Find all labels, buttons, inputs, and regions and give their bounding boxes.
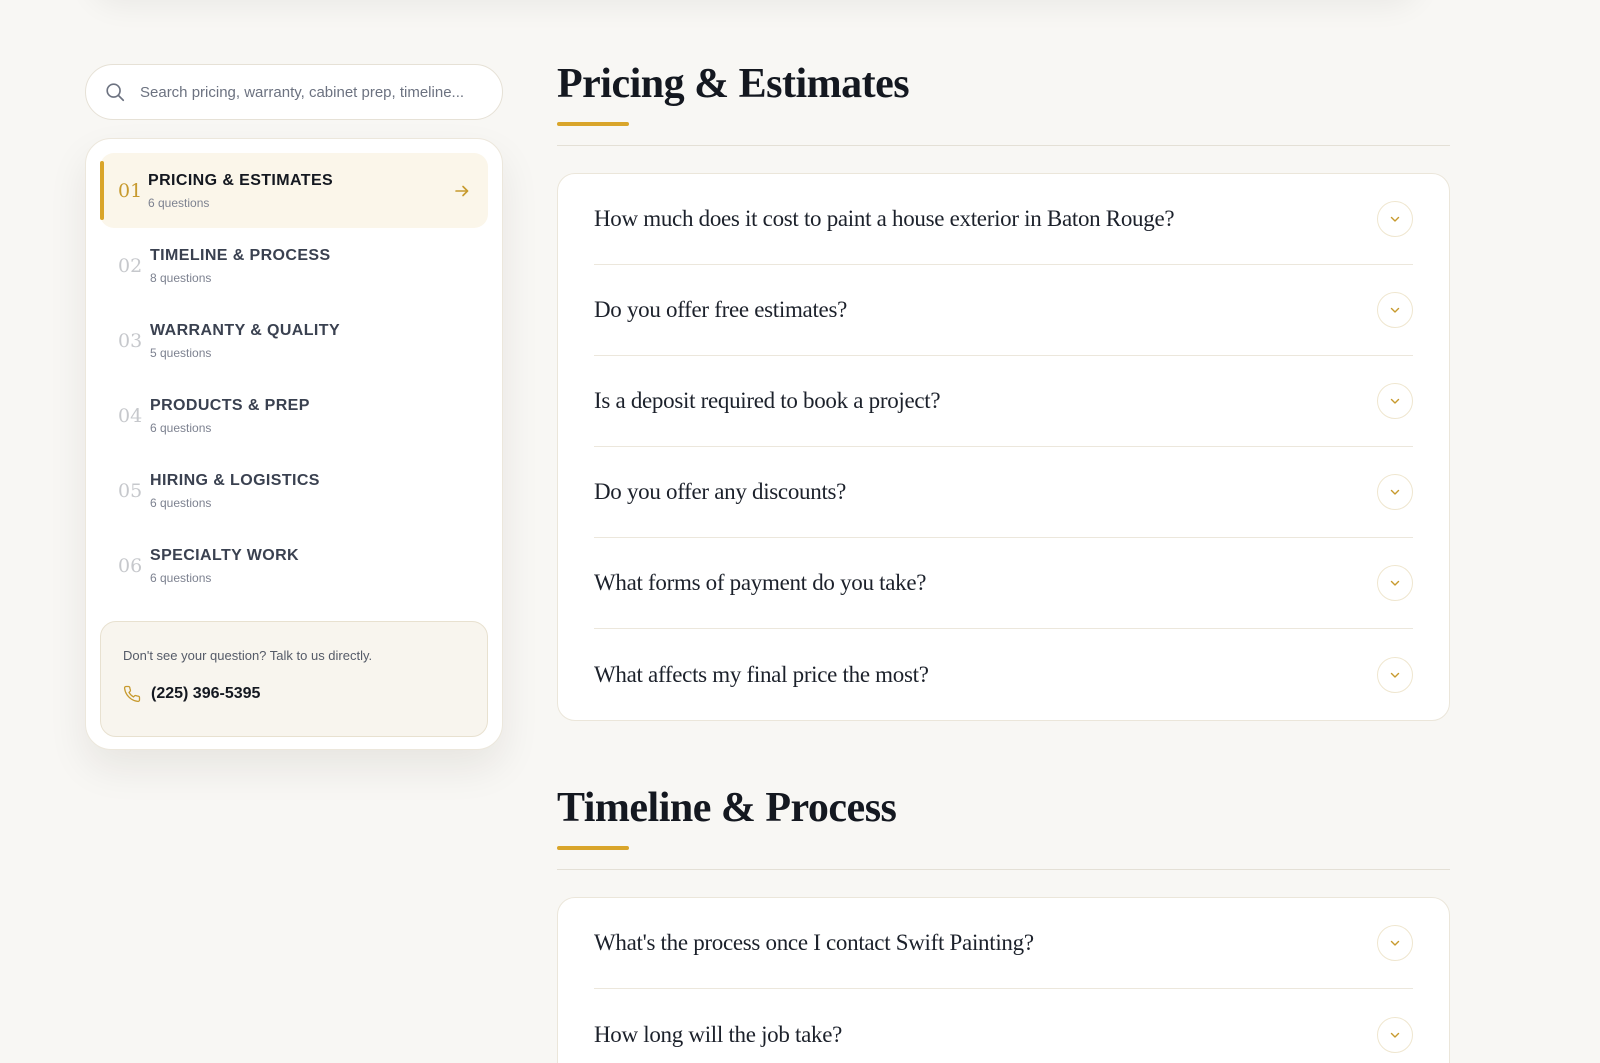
nav-item-count: 8 questions xyxy=(150,270,212,285)
chevron-down-icon xyxy=(1390,489,1400,495)
section-divider xyxy=(557,869,1450,870)
nav-item-products[interactable]: 04 PRODUCTS & PREP 6 questions xyxy=(100,378,488,453)
faq-question: Is a deposit required to book a project? xyxy=(594,388,941,413)
search-bar[interactable] xyxy=(85,64,503,120)
faq-question: What's the process once I contact Swift … xyxy=(594,930,1034,955)
nav-item-timeline[interactable]: 02 TIMELINE & PROCESS 8 questions xyxy=(100,228,488,303)
faq-item[interactable]: How long will the job take? xyxy=(594,989,1413,1063)
chevron-down-icon xyxy=(1390,1032,1400,1038)
phone-link[interactable]: (225) 396-5395 xyxy=(123,685,465,703)
nav-item-number: 04 xyxy=(118,404,143,427)
section-title-pricing: Pricing & Estimates xyxy=(557,61,910,107)
nav-item-count: 6 questions xyxy=(150,570,212,585)
faq-toggle-button[interactable] xyxy=(1377,292,1413,328)
faq-toggle-button[interactable] xyxy=(1377,925,1413,961)
category-nav: 01 PRICING & ESTIMATES 6 questions 02 TI… xyxy=(85,138,503,750)
nav-item-title: PRICING & ESTIMATES xyxy=(148,171,334,189)
faq-question: What affects my final price the most? xyxy=(594,661,929,687)
nav-item-count: 6 questions xyxy=(148,195,210,210)
nav-item-title: PRODUCTS & PREP xyxy=(150,396,310,414)
nav-item-hiring[interactable]: 05 HIRING & LOGISTICS 6 questions xyxy=(100,453,488,528)
nav-item-number: 01 xyxy=(118,179,143,202)
chevron-down-icon xyxy=(1390,672,1400,678)
faq-toggle-button[interactable] xyxy=(1377,201,1413,237)
nav-item-title: SPECIALTY WORK xyxy=(150,546,300,564)
faq-item[interactable]: What's the process once I contact Swift … xyxy=(594,898,1413,989)
faq-item[interactable]: What affects my final price the most? xyxy=(594,629,1413,720)
faq-list-timeline: What's the process once I contact Swift … xyxy=(557,897,1450,1063)
title-underline xyxy=(557,122,629,126)
faq-toggle-button[interactable] xyxy=(1377,383,1413,419)
nav-item-title: WARRANTY & QUALITY xyxy=(150,321,341,339)
nav-item-number: 06 xyxy=(118,554,143,577)
nav-item-specialty[interactable]: 06 SPECIALTY WORK 6 questions xyxy=(100,528,488,603)
arrow-right-icon xyxy=(455,185,469,196)
faq-list-pricing: How much does it cost to paint a house e… xyxy=(557,173,1450,721)
faq-item[interactable]: Do you offer any discounts? xyxy=(594,447,1413,538)
title-underline xyxy=(557,846,629,850)
faq-toggle-button[interactable] xyxy=(1377,474,1413,510)
faq-item[interactable]: How much does it cost to paint a house e… xyxy=(594,174,1413,265)
chevron-down-icon xyxy=(1390,307,1400,313)
faq-question: Do you offer any discounts? xyxy=(594,479,847,504)
nav-item-warranty[interactable]: 03 WARRANTY & QUALITY 5 questions xyxy=(100,303,488,378)
nav-item-count: 6 questions xyxy=(150,495,212,510)
contact-text: Don't see your question? Talk to us dire… xyxy=(123,648,373,663)
nav-item-title: HIRING & LOGISTICS xyxy=(150,471,320,489)
contact-box: Don't see your question? Talk to us dire… xyxy=(100,621,488,737)
faq-question: How long will the job take? xyxy=(594,1021,843,1047)
phone-icon xyxy=(123,685,141,703)
faq-question: What forms of payment do you take? xyxy=(594,570,927,595)
nav-item-pricing[interactable]: 01 PRICING & ESTIMATES 6 questions xyxy=(100,153,488,228)
nav-item-number: 02 xyxy=(118,254,143,277)
faq-question: Do you offer free estimates? xyxy=(594,297,848,322)
section-title-timeline: Timeline & Process xyxy=(557,785,897,831)
nav-item-number: 03 xyxy=(118,329,143,352)
phone-number: (225) 396-5395 xyxy=(151,685,261,702)
faq-toggle-button[interactable] xyxy=(1377,565,1413,601)
faq-item[interactable]: Do you offer free estimates? xyxy=(594,265,1413,356)
nav-item-count: 5 questions xyxy=(150,345,212,360)
chevron-down-icon xyxy=(1390,398,1400,404)
chevron-down-icon xyxy=(1390,580,1400,586)
nav-item-title: TIMELINE & PROCESS xyxy=(150,246,331,264)
faq-item[interactable]: Is a deposit required to book a project? xyxy=(594,356,1413,447)
search-input[interactable] xyxy=(140,83,480,101)
nav-item-number: 05 xyxy=(118,479,143,502)
faq-item[interactable]: What forms of payment do you take? xyxy=(594,538,1413,629)
nav-item-count: 6 questions xyxy=(150,420,212,435)
section-divider xyxy=(557,145,1450,146)
chevron-down-icon xyxy=(1390,940,1400,946)
search-icon xyxy=(106,83,125,102)
chevron-down-icon xyxy=(1390,216,1400,222)
faq-toggle-button[interactable] xyxy=(1377,1016,1413,1053)
faq-toggle-button[interactable] xyxy=(1377,656,1413,693)
faq-question: How much does it cost to paint a house e… xyxy=(594,206,1175,231)
